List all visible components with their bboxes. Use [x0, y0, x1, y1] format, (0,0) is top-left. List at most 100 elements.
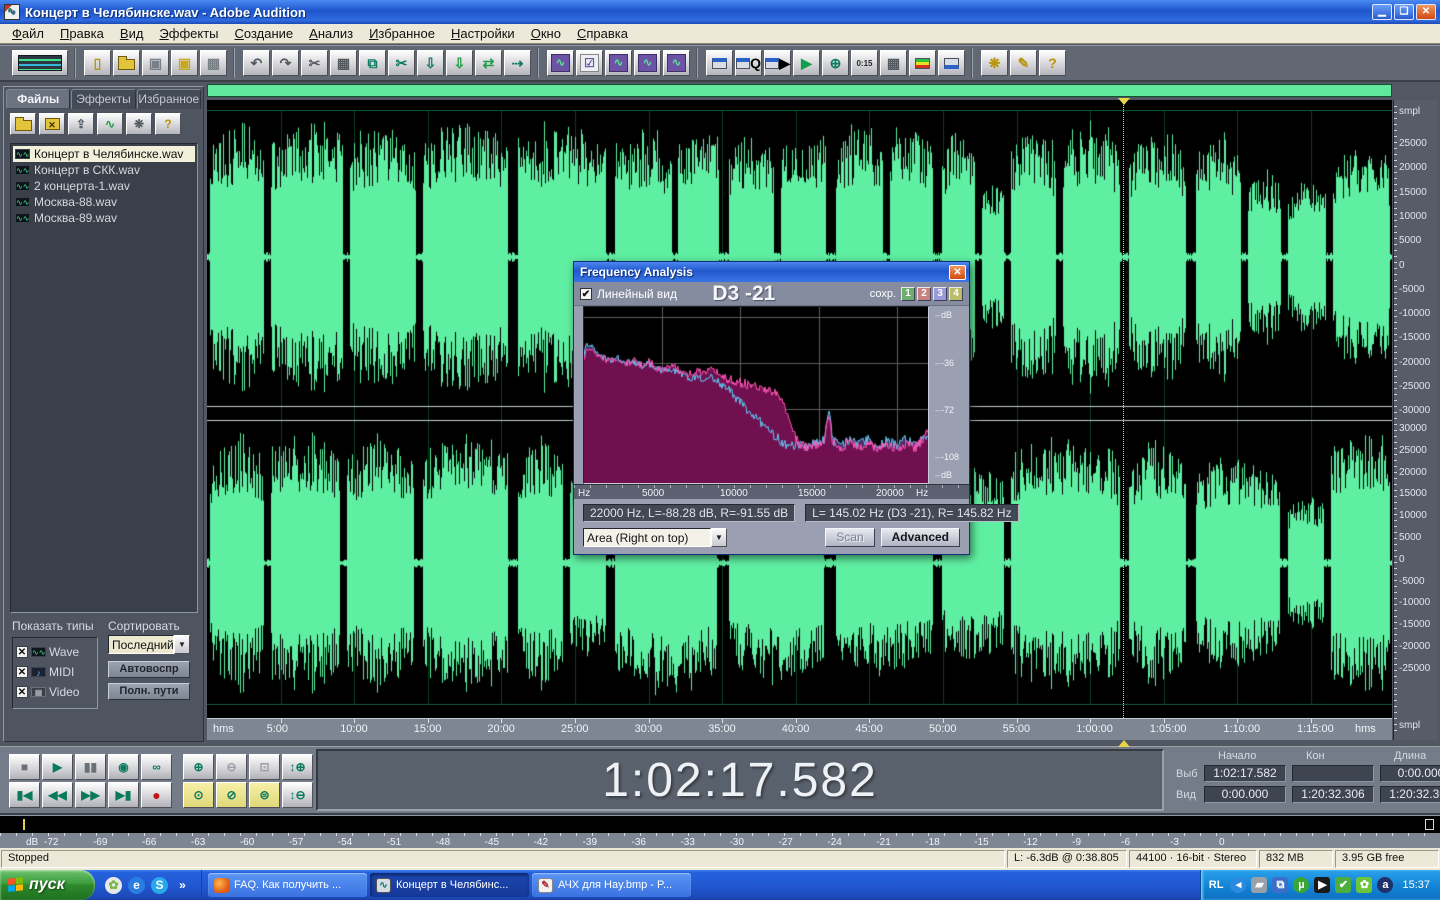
insert-to-multitrack-button[interactable]: ∿ [97, 113, 123, 135]
restore-button[interactable]: ❏ [1394, 4, 1414, 20]
undo-icon[interactable]: ↶ [243, 50, 270, 76]
zoom-out-button[interactable]: ⊖ [216, 754, 247, 780]
open-file-button[interactable] [10, 113, 36, 135]
tab-effects[interactable]: Эффекты [71, 89, 135, 109]
menu-item-10[interactable]: Справка [569, 24, 636, 43]
list-item[interactable]: Москва-89.wav [13, 210, 195, 226]
start-button[interactable]: пуск [0, 870, 95, 900]
save-preset-3-button[interactable]: 3 [933, 287, 947, 301]
timeline-ruler[interactable]: hms5:0010:0015:0020:0025:0030:0035:0040:… [207, 718, 1392, 740]
midi-checkbox[interactable]: ✕ [16, 666, 28, 678]
zoom-full-button[interactable]: ⊡ [249, 754, 280, 780]
save-preset-1-button[interactable]: 1 [901, 287, 915, 301]
menu-item-2[interactable]: Правка [52, 24, 112, 43]
pause-button[interactable]: ▮▮ [75, 754, 106, 780]
vertical-zoom-out-button[interactable]: ↕⊖ [282, 782, 313, 808]
overflow-chevron-icon[interactable]: » [174, 877, 191, 894]
spectrum-canvas[interactable] [583, 306, 929, 484]
task-button[interactable]: ✎АЧХ для Hay.bmp - P... [532, 873, 691, 897]
menu-item-1[interactable]: Файл [4, 24, 52, 43]
area-dropdown-value[interactable]: Area (Right on top) [583, 528, 711, 547]
playhead-marker-top[interactable] [1118, 98, 1130, 105]
loop-button[interactable]: ∞ [141, 754, 172, 780]
network-icon[interactable]: ⧉ [1272, 877, 1288, 893]
minimize-button[interactable]: ▁ [1372, 4, 1392, 20]
window-main-icon[interactable] [706, 50, 733, 76]
overview-bar[interactable] [207, 84, 1392, 97]
nudge-icon[interactable]: ⇢ [504, 50, 531, 76]
dialog-title-bar[interactable]: Frequency Analysis ✕ [574, 262, 969, 282]
copy-icon[interactable]: ⧉ [359, 50, 386, 76]
menu-item-5[interactable]: Создание [227, 24, 302, 43]
playhead-marker-bottom[interactable] [1118, 740, 1130, 747]
menu-item-8[interactable]: Настройки [443, 24, 523, 43]
mix-paste-icon[interactable]: ⇩ [446, 50, 473, 76]
redo-icon[interactable]: ↷ [272, 50, 299, 76]
stop-button[interactable]: ■ [9, 754, 40, 780]
menu-item-3[interactable]: Вид [112, 24, 152, 43]
skype-icon[interactable]: S [151, 877, 168, 894]
list-item[interactable]: Москва-88.wav [13, 194, 195, 210]
stretch-icon[interactable]: ∿ [663, 50, 690, 76]
go-to-end-button[interactable]: ▶▮ [108, 782, 139, 808]
task-button[interactable]: FAQ. Как получить ... [208, 873, 367, 897]
fft-filter-icon[interactable]: ∿ [605, 50, 632, 76]
linear-view-checkbox[interactable]: ✔ [580, 288, 592, 300]
autoplay-button[interactable]: Автовоспр [108, 661, 190, 678]
cut-icon[interactable]: ✂ [388, 50, 415, 76]
chevron-down-icon[interactable]: ▼ [174, 635, 190, 654]
tab-favorites[interactable]: Избранное [137, 89, 201, 109]
open-file-icon[interactable] [113, 50, 140, 76]
new-file-icon[interactable]: ▯ [84, 50, 111, 76]
sort-dropdown-value[interactable]: Последний [108, 635, 174, 654]
close-button[interactable]: ✕ [1416, 4, 1436, 20]
area-dropdown[interactable]: Area (Right on top) ▼ [583, 528, 727, 547]
ie-icon[interactable]: e [128, 877, 145, 894]
close-file-button[interactable]: ✕ [39, 113, 65, 135]
scripts-icon[interactable]: ✎ [1010, 50, 1037, 76]
rewind-button[interactable]: ◀◀ [42, 782, 73, 808]
menu-item-9[interactable]: Окно [523, 24, 569, 43]
record-button[interactable]: ● [141, 782, 172, 808]
advanced-button[interactable]: Advanced [881, 528, 960, 547]
play-window-icon[interactable]: ▶ [793, 50, 820, 76]
antivirus-icon[interactable]: ✔ [1335, 877, 1351, 893]
convert-sample-type-icon[interactable]: ⇄ [475, 50, 502, 76]
amplify-icon[interactable]: ∿ [634, 50, 661, 76]
level-meter[interactable]: dB-72-69-66-63-60-57-54-51-48-45-42-39-3… [0, 815, 1440, 848]
play-looped-button[interactable]: ◉ [108, 754, 139, 780]
time-window-icon[interactable]: 0:15 [851, 50, 878, 76]
playhead-cursor[interactable] [1123, 100, 1124, 718]
settings-icon[interactable]: ❋ [981, 50, 1008, 76]
window-search-icon[interactable]: Q [735, 50, 762, 76]
trim-icon[interactable]: ✂ [301, 50, 328, 76]
list-item[interactable]: Концерт в СКК.wav [13, 162, 195, 178]
collapse-chevron-icon[interactable]: ◂ [1230, 877, 1246, 893]
a-icon[interactable]: a [1377, 877, 1393, 893]
player-icon[interactable]: ▶ [1314, 877, 1330, 893]
save-file-icon[interactable]: ▣ [142, 50, 169, 76]
status-window-icon[interactable] [938, 50, 965, 76]
zoom-selection-button[interactable]: ⊙ [183, 782, 214, 808]
save-preset-4-button[interactable]: 4 [949, 287, 963, 301]
help-button[interactable]: ? [155, 113, 181, 135]
file-list[interactable]: Концерт в Челябинске.wavКонцерт в СКК.wa… [10, 143, 198, 613]
clover-icon[interactable]: ✿ [1356, 877, 1372, 893]
list-item[interactable]: Концерт в Челябинске.wav [13, 146, 195, 162]
fast-forward-button[interactable]: ▶▶ [75, 782, 106, 808]
zoom-sel-left-button[interactable]: ⊘ [216, 782, 247, 808]
effect-dialog-icon[interactable]: ☑ [576, 50, 603, 76]
edit-effect-icon[interactable]: ∿ [547, 50, 574, 76]
zoom-window-icon[interactable]: ⊕ [822, 50, 849, 76]
amplitude-ruler[interactable]: smpl2500020000150001000050000-5000-10000… [1393, 100, 1438, 740]
device-icon[interactable]: ▰ [1251, 877, 1267, 893]
menu-item-6[interactable]: Анализ [301, 24, 361, 43]
level-meters-icon[interactable] [909, 50, 936, 76]
task-button[interactable]: ∿Концерт в Челябинс... [370, 873, 529, 897]
multitrack-view-icon[interactable] [12, 50, 68, 76]
sort-dropdown[interactable]: Последний ▼ [108, 635, 190, 654]
group-blocks-icon[interactable]: ▦ [330, 50, 357, 76]
dialog-close-icon[interactable]: ✕ [949, 265, 966, 280]
cue-list-icon[interactable]: ▦ [880, 50, 907, 76]
save-copy-icon[interactable]: ▦ [200, 50, 227, 76]
